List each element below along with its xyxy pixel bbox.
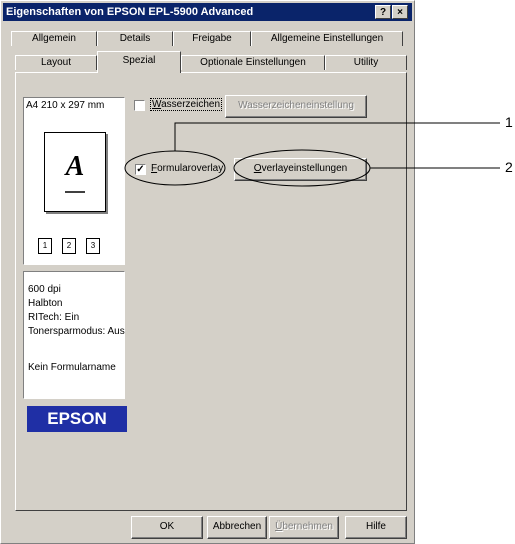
overlay-callout-ellipse <box>124 150 226 186</box>
callout-number-1: 1 <box>505 114 513 130</box>
callout-line-1 <box>174 122 500 151</box>
callout-overlay <box>124 122 500 187</box>
callout-number-2: 2 <box>505 159 513 175</box>
tab-spezial[interactable]: Spezial <box>97 51 181 73</box>
overlay-settings-callout-ellipse <box>233 149 371 187</box>
